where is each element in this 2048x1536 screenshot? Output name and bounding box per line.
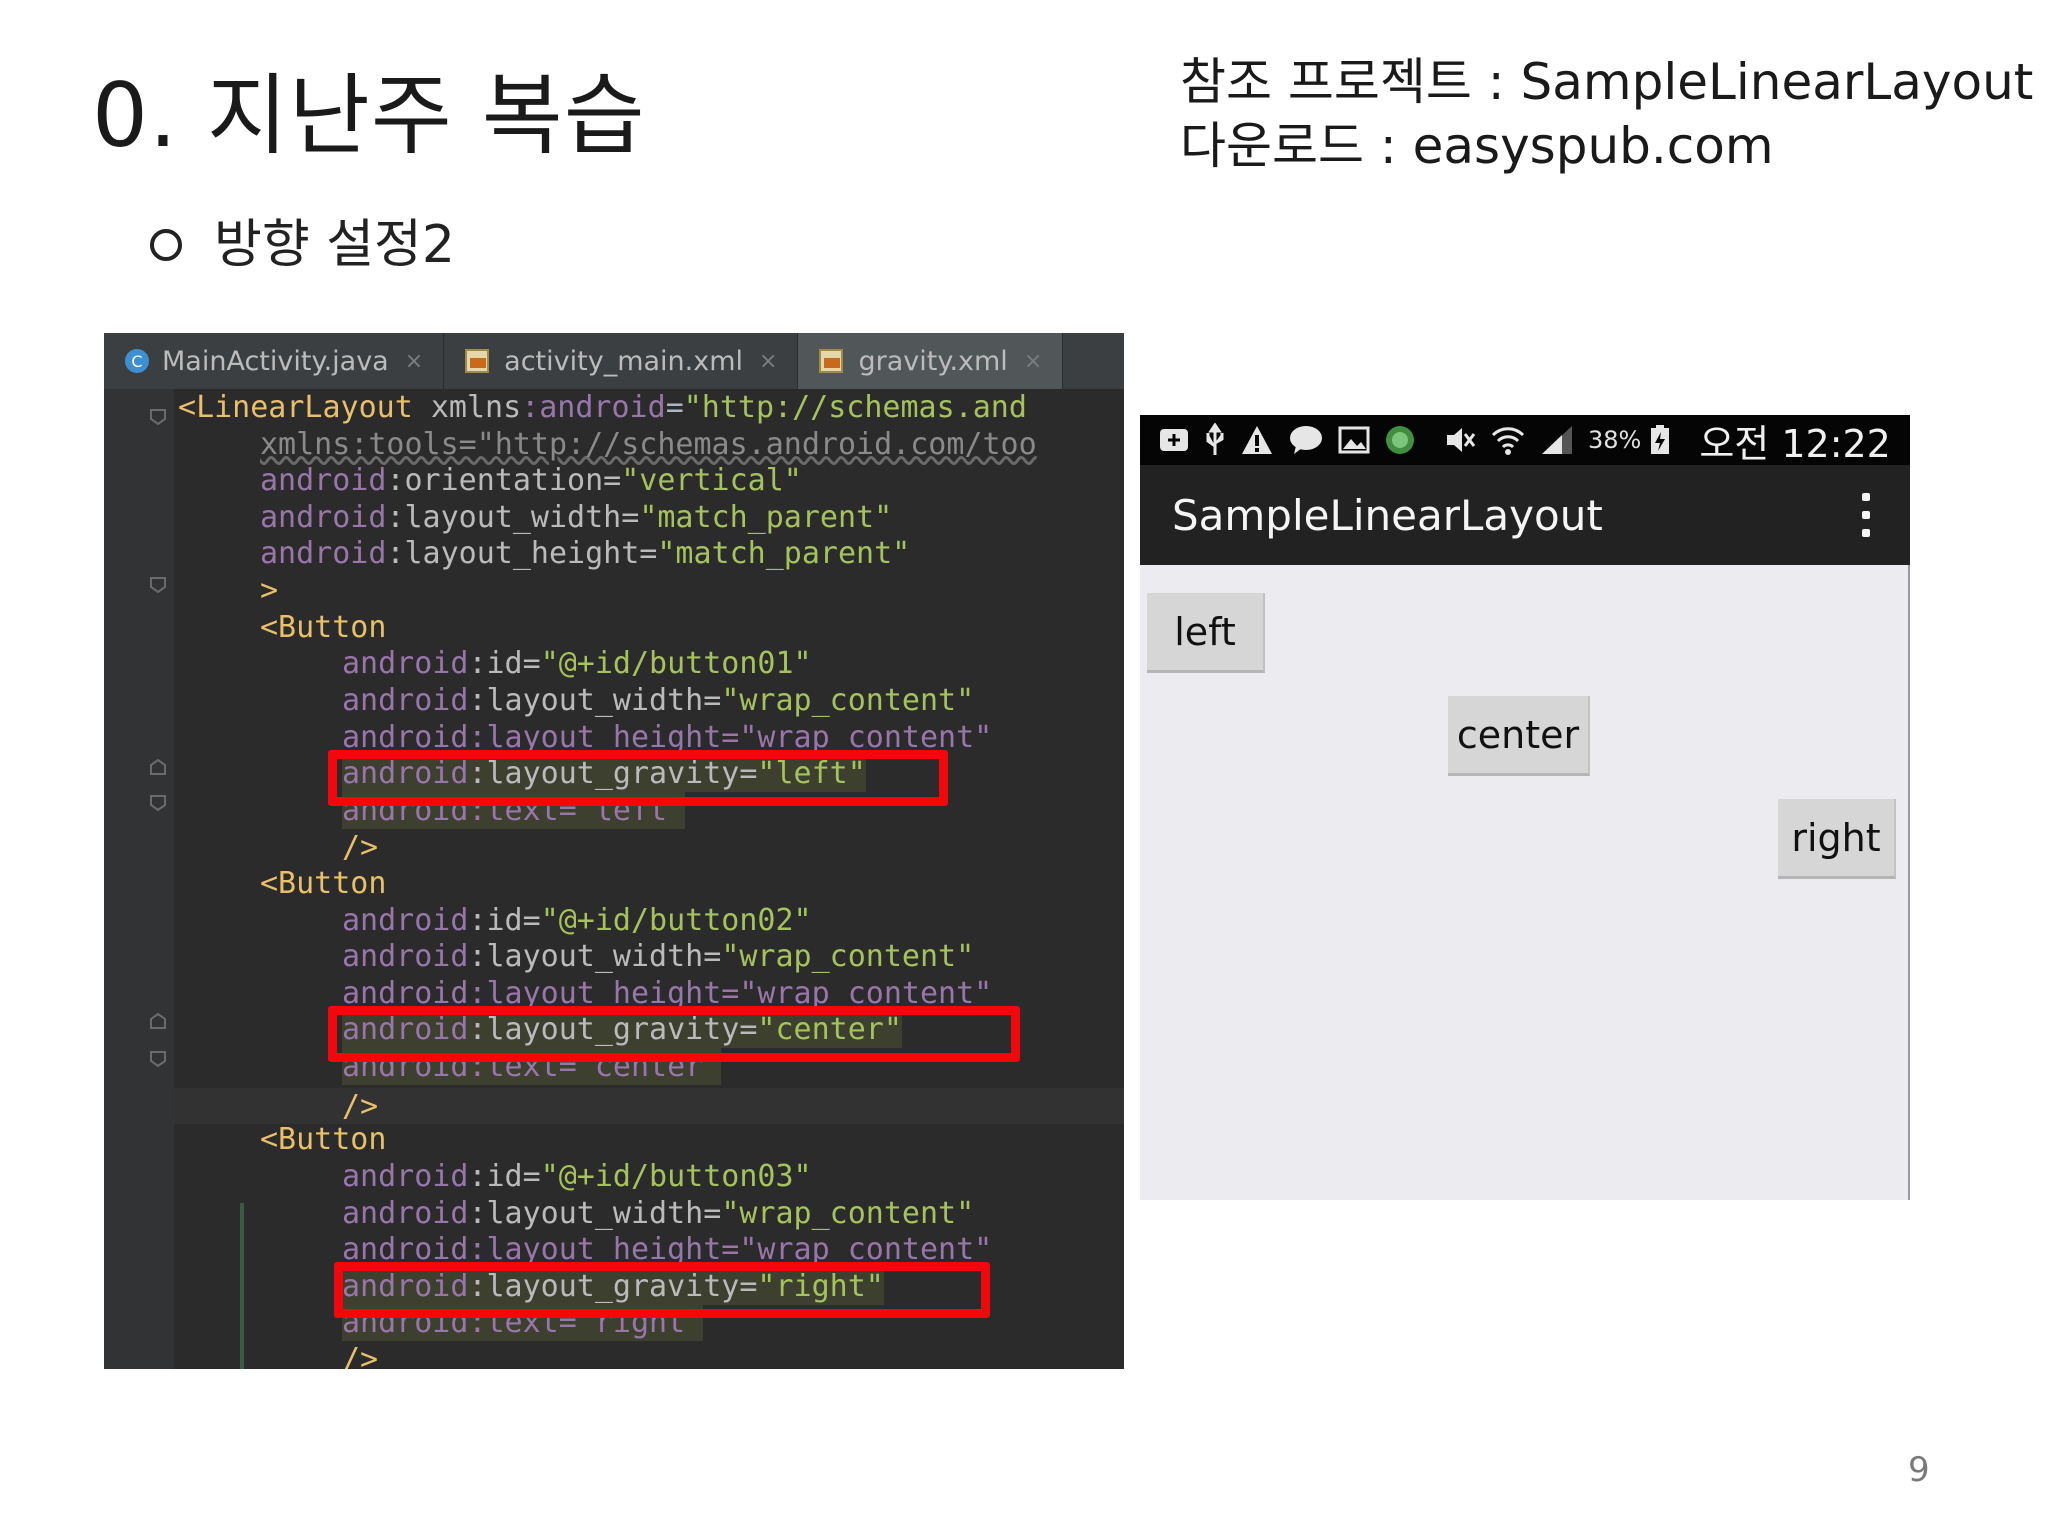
status-bar: 38% 오전 12:22 bbox=[1140, 415, 1910, 466]
slide-title: 0. 지난주 복습 bbox=[92, 64, 646, 167]
page-number: 9 bbox=[1908, 1450, 1930, 1490]
tab-label: MainActivity.java bbox=[162, 345, 389, 377]
highlight-box-right bbox=[334, 1262, 990, 1318]
code-line: android:id="@+id/button03" bbox=[342, 1159, 812, 1194]
reference-download: 다운로드 : easyspub.com bbox=[1180, 117, 1774, 175]
code-line: <Button bbox=[260, 866, 387, 901]
code-line: android:layout_width="wrap_content" bbox=[342, 683, 975, 718]
tab-mainactivity-java[interactable]: C MainActivity.java × bbox=[104, 333, 445, 389]
fold-marker-icon[interactable] bbox=[148, 1011, 168, 1031]
ide-editor-screenshot: C MainActivity.java × activity_main.xml … bbox=[104, 333, 1124, 1369]
code-line: /> bbox=[342, 1089, 379, 1124]
tab-label: gravity.xml bbox=[858, 345, 1008, 377]
code-line: android:layout_width="wrap_content" bbox=[342, 1196, 975, 1231]
notification-plus-icon bbox=[1158, 425, 1190, 455]
chat-bubble-icon bbox=[1288, 424, 1324, 456]
battery-charging-icon bbox=[1649, 424, 1671, 456]
app-title: SampleLinearLayout bbox=[1172, 490, 1603, 540]
svg-text:C: C bbox=[131, 352, 142, 371]
xml-file-icon bbox=[818, 348, 846, 374]
signal-icon bbox=[1540, 424, 1574, 456]
code-line: android:id="@+id/button02" bbox=[342, 903, 812, 938]
wifi-icon bbox=[1490, 424, 1526, 456]
battery-percent: 38% bbox=[1588, 426, 1642, 454]
screen-edge bbox=[1908, 565, 1910, 1200]
fold-marker-icon[interactable] bbox=[148, 407, 168, 427]
close-icon[interactable]: × bbox=[1024, 349, 1042, 374]
phone-app-screenshot: 38% 오전 12:22 SampleLinearLayout left cen… bbox=[1140, 415, 1910, 1200]
app-action-bar: SampleLinearLayout bbox=[1140, 465, 1910, 565]
java-class-icon: C bbox=[124, 348, 150, 374]
status-clock: 오전 12:22 bbox=[1699, 421, 1891, 466]
scope-indicator bbox=[240, 1203, 244, 1369]
usb-icon bbox=[1204, 423, 1226, 457]
center-button[interactable]: center bbox=[1448, 696, 1590, 776]
fold-marker-icon[interactable] bbox=[148, 1049, 168, 1069]
android-debug-icon bbox=[1384, 423, 1416, 457]
code-line: /> bbox=[342, 1342, 379, 1369]
gallery-icon bbox=[1338, 425, 1370, 455]
code-line: android:layout_height="match_parent" bbox=[260, 536, 911, 571]
code-line: <Button bbox=[260, 1122, 387, 1157]
mute-icon bbox=[1444, 425, 1476, 455]
overflow-menu-icon[interactable] bbox=[1862, 493, 1870, 537]
fold-marker-icon[interactable] bbox=[148, 757, 168, 777]
close-icon[interactable]: × bbox=[405, 349, 423, 374]
code-line: android:orientation="vertical" bbox=[260, 463, 802, 498]
code-line: /> bbox=[342, 830, 379, 865]
code-line: <Button bbox=[260, 610, 387, 645]
code-line: android:id="@+id/button01" bbox=[342, 646, 812, 681]
reference-info: 참조 프로젝트 : SampleLinearLayout 다운로드 : easy… bbox=[1180, 50, 2033, 178]
code-line: xmlns:tools="http://schemas.android.com/… bbox=[260, 427, 1037, 462]
editor-tab-bar: C MainActivity.java × activity_main.xml … bbox=[104, 333, 1124, 390]
highlight-box-left bbox=[328, 750, 948, 806]
code-line: android:layout_width="wrap_content" bbox=[342, 939, 975, 974]
close-icon[interactable]: × bbox=[759, 349, 777, 374]
right-button[interactable]: right bbox=[1778, 799, 1896, 879]
highlight-box-center bbox=[328, 1006, 1020, 1062]
tab-activity-main-xml[interactable]: activity_main.xml × bbox=[444, 333, 799, 389]
tab-label: activity_main.xml bbox=[504, 345, 744, 377]
fold-marker-icon[interactable] bbox=[148, 793, 168, 813]
editor-gutter bbox=[104, 389, 174, 1369]
left-button[interactable]: left bbox=[1147, 593, 1265, 673]
code-line: android:layout_width="match_parent" bbox=[260, 500, 893, 535]
code-line: > bbox=[260, 573, 279, 608]
fold-marker-icon[interactable] bbox=[148, 575, 168, 595]
warning-icon bbox=[1240, 424, 1274, 456]
xml-file-icon bbox=[464, 348, 492, 374]
tab-gravity-xml[interactable]: gravity.xml × bbox=[798, 333, 1064, 389]
bullet-circle-icon bbox=[150, 229, 182, 261]
bullet-item: 방향 설정2 bbox=[150, 212, 455, 278]
bullet-text: 방향 설정2 bbox=[214, 215, 455, 275]
caret-line-highlight bbox=[174, 1088, 1124, 1124]
reference-project: 참조 프로젝트 : SampleLinearLayout bbox=[1180, 53, 2034, 111]
code-line: <LinearLayout xmlns:android="http://sche… bbox=[178, 390, 1027, 425]
